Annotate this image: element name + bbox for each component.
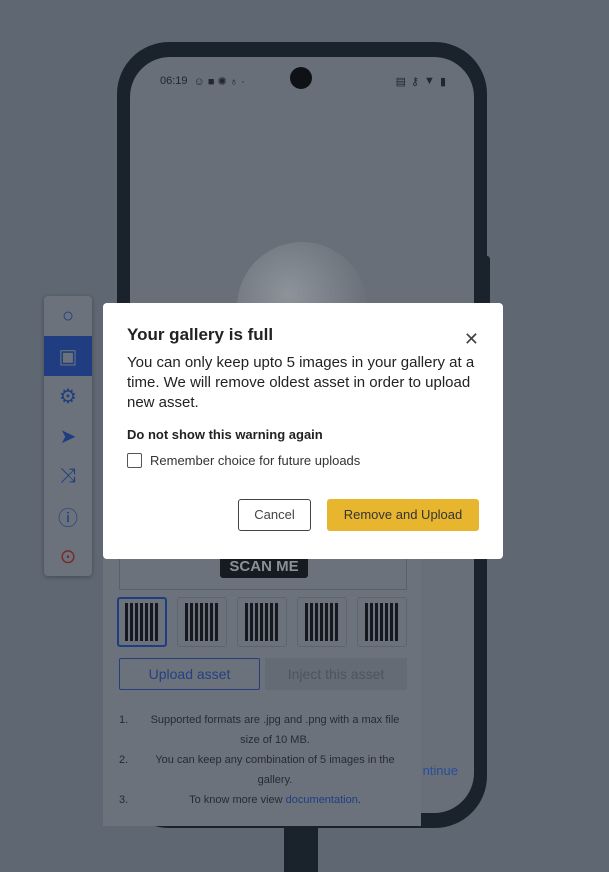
- note-text: To know more view documentation.: [141, 790, 409, 810]
- note-number: 3.: [119, 794, 129, 806]
- close-icon[interactable]: ✕: [464, 329, 479, 350]
- checkbox-label: Remember choice for future uploads: [150, 453, 361, 468]
- gallery-thumbnails: [117, 597, 407, 647]
- dialog-subheading: Do not show this warning again: [127, 427, 323, 442]
- inject-asset-button[interactable]: Inject this asset: [265, 658, 407, 690]
- scan-me-label: SCAN ME: [220, 556, 308, 578]
- qr-code-image: [365, 603, 399, 641]
- device-cable: [284, 828, 318, 872]
- modal-backdrop[interactable]: { "status_bar":{"time":"06:19"}, "app":{…: [0, 0, 609, 872]
- camera-cutout: [290, 67, 312, 89]
- qr-code-image: [305, 603, 339, 641]
- note-text: Supported formats are .jpg and .png with…: [150, 714, 400, 746]
- remember-choice-checkbox[interactable]: Remember choice for future uploads: [127, 453, 479, 468]
- key-icon: ⚷: [410, 75, 420, 88]
- upload-asset-button[interactable]: Upload asset: [119, 658, 260, 690]
- gear-icon[interactable]: ⚙: [44, 376, 92, 416]
- gallery-icon[interactable]: ▣: [44, 336, 92, 376]
- remove-and-upload-button[interactable]: Remove and Upload: [327, 499, 479, 531]
- list-item: 1. Supported formats are .jpg and .png wi…: [119, 710, 409, 750]
- note-number: 2.: [119, 754, 129, 766]
- wifi-icon: ▼: [424, 75, 435, 87]
- info-icon[interactable]: ⓘ: [44, 496, 92, 536]
- dialog-message: You can only keep upto 5 images in your …: [127, 354, 475, 411]
- cancel-button[interactable]: Cancel: [238, 499, 311, 531]
- note-text-end: .: [357, 794, 361, 806]
- list-item: 2. You can keep any combination of 5 imag…: [119, 750, 409, 790]
- note-number: 1.: [119, 714, 129, 726]
- status-time: 06:19: [160, 75, 188, 87]
- shuffle-icon[interactable]: ⤨: [44, 456, 92, 496]
- gallery-notes: 1. Supported formats are .jpg and .png wi…: [119, 710, 409, 810]
- gallery-full-dialog: Your gallery is full ✕ You can only keep…: [103, 303, 503, 559]
- note-text: You can keep any combination of 5 images…: [155, 754, 395, 786]
- note-text-start: To know more view: [189, 794, 286, 806]
- battery-icon: ▮: [439, 75, 446, 88]
- location-arrow-icon[interactable]: ➤: [44, 416, 92, 456]
- qr-code-image: [245, 603, 279, 641]
- dialog-title: Your gallery is full: [127, 325, 274, 344]
- circle-icon[interactable]: ○: [44, 296, 92, 336]
- documentation-link[interactable]: documentation: [286, 794, 358, 806]
- notification-icon: ☺ ■ ✺ ♁ ·: [193, 75, 245, 88]
- qr-code-image: [125, 603, 159, 641]
- gallery-thumbnail[interactable]: [357, 597, 407, 647]
- gallery-thumbnail[interactable]: [237, 597, 287, 647]
- continue-link[interactable]: ntinue: [423, 763, 458, 778]
- cast-icon: ▤: [395, 75, 406, 88]
- toolbar: ○ ▣ ⚙ ➤ ⤨ ⓘ ⊙: [44, 296, 92, 576]
- stop-record-icon[interactable]: ⊙: [44, 536, 92, 576]
- gallery-thumbnail[interactable]: [177, 597, 227, 647]
- system-icons: ▤ ⚷ ▼ ▮: [396, 75, 446, 88]
- gallery-thumbnail[interactable]: [297, 597, 347, 647]
- gallery-thumbnail[interactable]: [117, 597, 167, 647]
- qr-code-image: [185, 603, 219, 641]
- checkbox-icon[interactable]: [127, 453, 142, 468]
- list-item: 3. To know more view documentation.: [119, 790, 409, 810]
- gallery-panel: SCAN ME Upload asset Inject this asset 1…: [103, 540, 421, 826]
